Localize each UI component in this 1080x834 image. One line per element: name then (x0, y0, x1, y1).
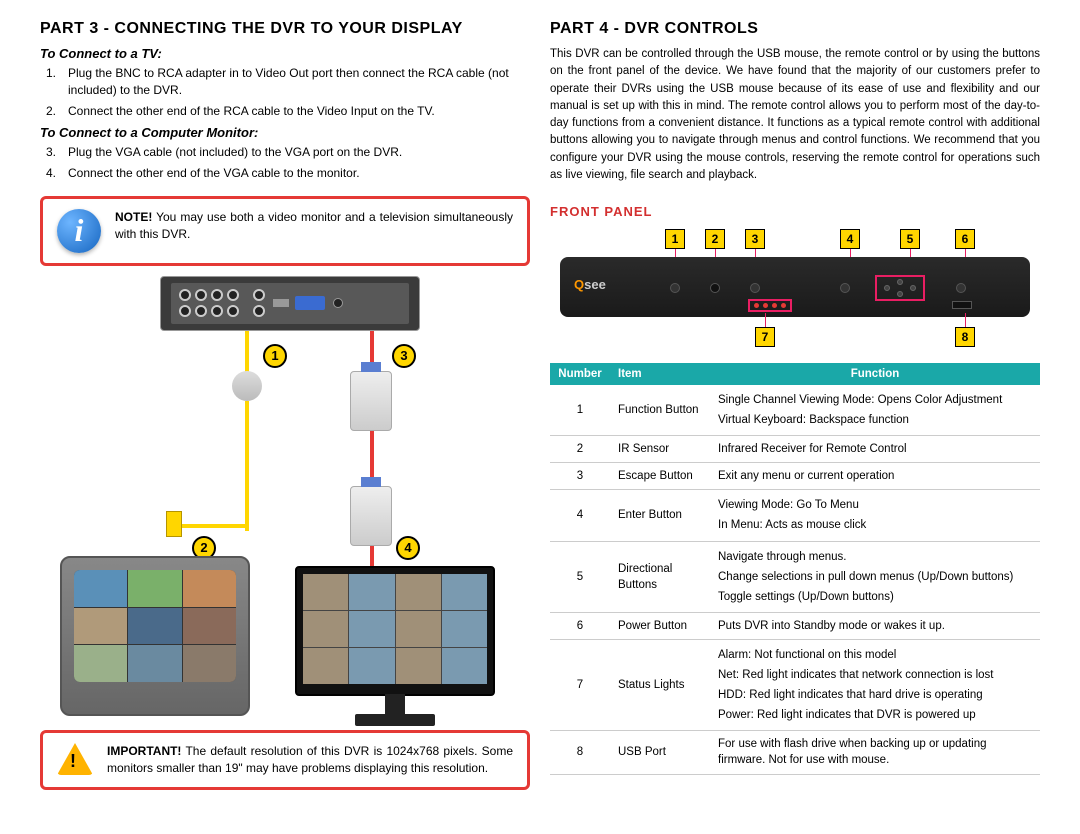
monitor-subtitle: To Connect to a Computer Monitor: (40, 125, 530, 140)
left-page: PART 3 - CONNECTING THE DVR TO YOUR DISP… (30, 20, 540, 814)
front-panel-diagram: 1 2 3 4 5 6 Qsee 7 (550, 229, 1040, 349)
vga-plug-top-icon (350, 371, 392, 431)
mon-step-3: 3.Plug the VGA cable (not included) to t… (68, 144, 530, 161)
usb-port-icon (952, 301, 972, 309)
tv-subtitle: To Connect to a TV: (40, 46, 530, 61)
fp-callout-6: 6 (955, 229, 975, 249)
note-text: NOTE! You may use both a video monitor a… (115, 209, 513, 243)
crt-tv-illustration (60, 556, 250, 716)
th-number: Number (550, 363, 610, 385)
fp-callout-1: 1 (665, 229, 685, 249)
table-row: 4 Enter Button Viewing Mode: Go To MenuI… (550, 490, 1040, 541)
rca-plug-icon (166, 511, 182, 537)
status-lights-icon (748, 299, 792, 312)
right-page: PART 4 - DVR CONTROLS This DVR can be co… (540, 20, 1050, 814)
front-panel-title: FRONT PANEL (550, 204, 1040, 219)
table-row: 7 Status Lights Alarm: Not functional on… (550, 639, 1040, 730)
part4-title: PART 4 - DVR CONTROLS (550, 20, 1040, 38)
table-row: 2 IR Sensor Infrared Receiver for Remote… (550, 436, 1040, 463)
dpad-icon (875, 275, 925, 301)
fp-callout-7: 7 (755, 327, 775, 347)
fp-callout-3: 3 (745, 229, 765, 249)
tv-step-1: 1.Plug the BNC to RCA adapter in to Vide… (68, 65, 530, 99)
fp-callout-5: 5 (900, 229, 920, 249)
dvr-front-illustration: Qsee (560, 257, 1030, 317)
fp-callout-4: 4 (840, 229, 860, 249)
connection-diagram: 1 2 3 4 (40, 276, 530, 716)
fp-callout-2: 2 (705, 229, 725, 249)
table-row: 1 Function Button Single Channel Viewing… (550, 385, 1040, 436)
vga-port-icon (295, 296, 325, 310)
function-button-icon (670, 283, 680, 293)
diagram-label-3: 3 (392, 344, 416, 368)
table-row: 5 Directional Buttons Navigate through m… (550, 541, 1040, 612)
table-row: 8 USB Port For use with flash drive when… (550, 731, 1040, 774)
mon-step-4: 4.Connect the other end of the VGA cable… (68, 165, 530, 182)
fp-callout-8: 8 (955, 327, 975, 347)
escape-button-icon (750, 283, 760, 293)
power-button-icon (956, 283, 966, 293)
diagram-label-4: 4 (396, 536, 420, 560)
lcd-monitor-illustration (295, 566, 495, 726)
front-panel-table: Number Item Function 1 Function Button S… (550, 363, 1040, 775)
table-row: 3 Escape Button Exit any menu or current… (550, 463, 1040, 490)
part4-intro: This DVR can be controlled through the U… (550, 46, 1040, 184)
diagram-label-1: 1 (263, 344, 287, 368)
bnc-adapter-icon (232, 371, 262, 401)
note-box: i NOTE! You may use both a video monitor… (40, 196, 530, 266)
qsee-logo-icon: Qsee (574, 277, 606, 292)
table-row: 6 Power Button Puts DVR into Standby mod… (550, 612, 1040, 639)
info-icon: i (57, 209, 101, 253)
tv-step-2: 2.Connect the other end of the RCA cable… (68, 103, 530, 120)
part3-title: PART 3 - CONNECTING THE DVR TO YOUR DISP… (40, 20, 530, 38)
ir-sensor-icon (710, 283, 720, 293)
warning-icon (57, 743, 93, 775)
important-text: IMPORTANT! The default resolution of thi… (107, 743, 513, 777)
vga-plug-bottom-icon (350, 486, 392, 546)
dvr-rear-illustration (160, 276, 420, 331)
th-item: Item (610, 363, 710, 385)
th-function: Function (710, 363, 1040, 385)
enter-button-icon (840, 283, 850, 293)
important-box: IMPORTANT! The default resolution of thi… (40, 730, 530, 790)
